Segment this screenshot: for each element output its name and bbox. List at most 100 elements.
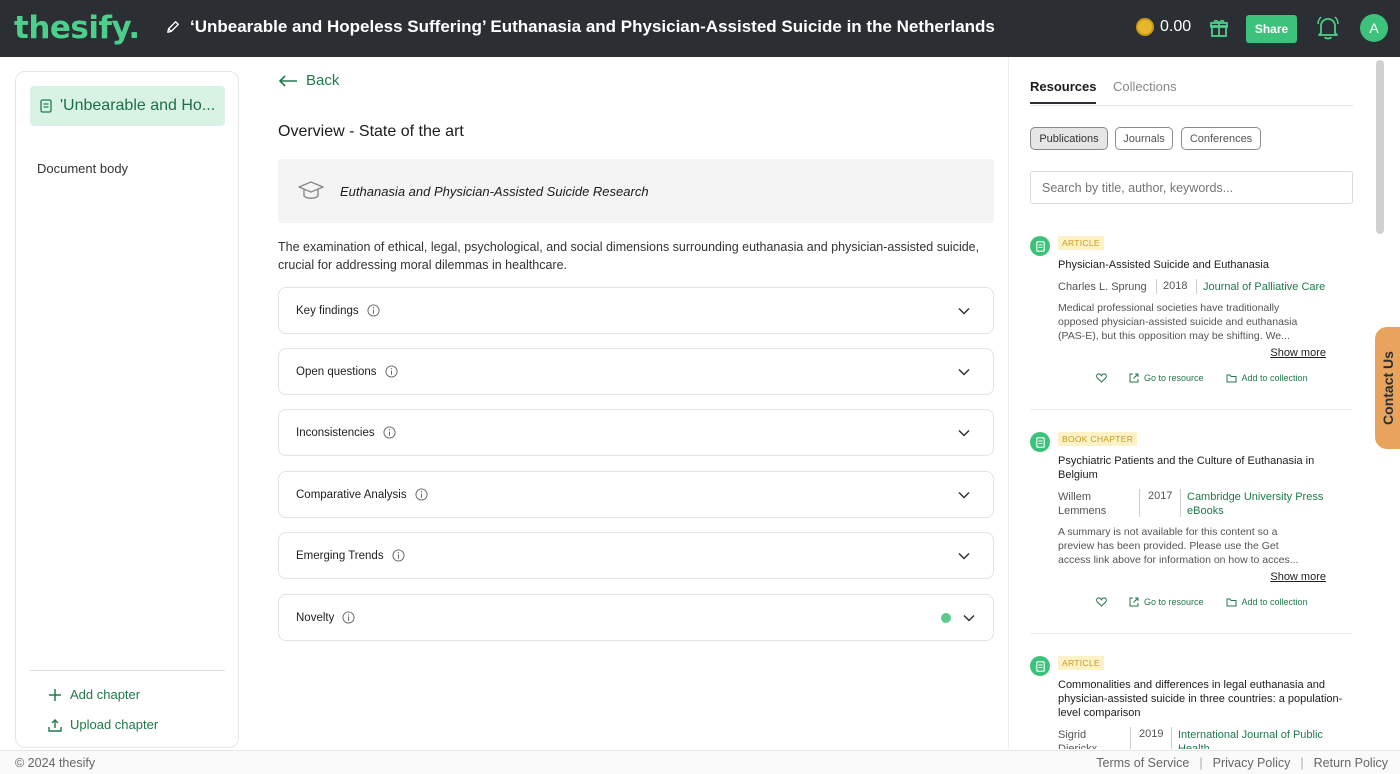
topic-title: Euthanasia and Physician-Assisted Suicid… — [340, 183, 649, 199]
resources-tabs: Resources Collections — [1030, 79, 1353, 106]
sidebar-divider — [30, 670, 225, 671]
graduation-cap-icon — [298, 181, 324, 199]
heart-icon[interactable] — [1096, 373, 1107, 383]
upload-icon — [48, 718, 62, 732]
chevron-down-icon[interactable] — [957, 549, 971, 563]
folder-icon — [1226, 374, 1237, 383]
accordion-label: Comparative Analysis — [296, 488, 407, 501]
show-more-link[interactable]: Show more — [1270, 347, 1326, 359]
meta-divider — [1139, 489, 1140, 517]
chevron-down-icon[interactable] — [957, 488, 971, 502]
footer-separator: | — [1300, 756, 1304, 770]
accordion-emerging-trends[interactable]: Emerging Trends — [278, 532, 994, 579]
resource-journal[interactable]: Cambridge University Press eBooks — [1187, 490, 1332, 518]
add-to-collection-link[interactable]: Add to collection — [1242, 373, 1308, 383]
resource-author: Sigrid Dierickx — [1058, 729, 1098, 749]
back-label: Back — [306, 72, 340, 89]
add-to-collection-link[interactable]: Add to collection — [1242, 597, 1308, 607]
chevron-down-icon[interactable] — [957, 304, 971, 318]
show-more-link[interactable]: Show more — [1270, 571, 1326, 583]
folder-icon — [1226, 598, 1237, 607]
document-icon — [40, 99, 52, 113]
resource-author: Willem Lemmens — [1058, 491, 1107, 517]
resource-title[interactable]: Physician-Assisted Suicide and Euthanasi… — [1058, 258, 1348, 272]
arrow-left-icon — [278, 74, 297, 87]
accordion-key-findings[interactable]: Key findings — [278, 287, 994, 334]
chevron-down-icon[interactable] — [957, 426, 971, 440]
accordion-label: Emerging Trends — [296, 549, 384, 562]
page-title: Overview - State of the art — [278, 123, 464, 140]
user-avatar[interactable]: A — [1360, 14, 1388, 42]
accordion-open-questions[interactable]: Open questions — [278, 348, 994, 395]
resource-year: 2019 — [1139, 728, 1164, 740]
add-chapter-button[interactable]: Add chapter — [48, 687, 140, 702]
resource-item: ARTICLE Commonalities and differences in… — [1030, 656, 1353, 749]
chapter-item-active[interactable]: 'Unbearable and Ho... — [30, 86, 225, 126]
info-icon[interactable] — [385, 365, 398, 378]
resource-journal[interactable]: International Journal of Public Health — [1178, 728, 1338, 749]
info-icon[interactable] — [415, 488, 428, 501]
return-policy-link[interactable]: Return Policy — [1314, 756, 1388, 770]
chapter-sidebar: 'Unbearable and Ho... Document body Add … — [15, 71, 239, 748]
info-icon[interactable] — [392, 549, 405, 562]
info-icon[interactable] — [342, 611, 355, 624]
contact-us-label: Contact Us — [1379, 351, 1396, 425]
meta-divider — [1156, 279, 1157, 294]
top-bar: thesify. ‘Unbearable and Hopeless Suffer… — [0, 0, 1400, 57]
bell-icon[interactable] — [1317, 16, 1339, 40]
document-title-area[interactable]: ‘Unbearable and Hopeless Suffering’ Euth… — [166, 17, 995, 37]
resource-search-input[interactable] — [1030, 171, 1353, 204]
document-title: ‘Unbearable and Hopeless Suffering’ Euth… — [190, 17, 995, 36]
tab-resources[interactable]: Resources — [1030, 79, 1097, 104]
document-icon — [1030, 656, 1050, 676]
document-icon — [1030, 432, 1050, 452]
resource-author: Charles L. Sprung — [1058, 281, 1147, 293]
resource-type-badge: ARTICLE — [1058, 656, 1104, 670]
chapter-label: 'Unbearable and Ho... — [60, 97, 216, 114]
filter-publications[interactable]: Publications — [1030, 127, 1108, 150]
pencil-icon[interactable] — [166, 20, 180, 34]
resource-abstract: Medical professional societies have trad… — [1058, 302, 1298, 342]
tab-collections[interactable]: Collections — [1113, 79, 1177, 94]
privacy-policy-link[interactable]: Privacy Policy — [1213, 756, 1291, 770]
share-button[interactable]: Share — [1246, 15, 1297, 43]
document-body-link[interactable]: Document body — [37, 161, 128, 176]
resource-title[interactable]: Commonalities and differences in legal e… — [1058, 678, 1348, 720]
thesify-logo[interactable]: thesify. — [14, 10, 140, 46]
coin-icon — [1136, 18, 1154, 36]
heart-icon[interactable] — [1096, 597, 1107, 607]
resource-actions: Go to resource Add to collection — [1096, 597, 1308, 607]
filter-conferences[interactable]: Conferences — [1181, 127, 1261, 150]
contact-us-tab[interactable]: Contact Us — [1375, 327, 1400, 449]
accordion-label: Key findings — [296, 304, 359, 317]
add-chapter-label: Add chapter — [70, 687, 141, 702]
chevron-down-icon[interactable] — [962, 611, 976, 625]
filter-journals[interactable]: Journals — [1115, 127, 1173, 150]
info-icon[interactable] — [367, 304, 380, 317]
resource-item: BOOK CHAPTER Psychiatric Patients and th… — [1030, 432, 1353, 634]
upload-chapter-label: Upload chapter — [70, 717, 159, 732]
footer-separator: | — [1199, 756, 1203, 770]
accordion-comparative-analysis[interactable]: Comparative Analysis — [278, 471, 994, 518]
resources-scrollbar[interactable] — [1376, 60, 1384, 234]
back-button[interactable]: Back — [278, 72, 339, 89]
resource-title[interactable]: Psychiatric Patients and the Culture of … — [1058, 454, 1348, 482]
accordion-label: Novelty — [296, 611, 335, 624]
meta-divider — [1130, 727, 1131, 749]
external-link-icon — [1129, 373, 1139, 383]
upload-chapter-button[interactable]: Upload chapter — [48, 717, 158, 732]
resource-item: ARTICLE Physician-Assisted Suicide and E… — [1030, 236, 1353, 410]
accordion-novelty[interactable]: Novelty — [278, 594, 994, 641]
resource-journal[interactable]: Journal of Palliative Care — [1203, 280, 1325, 294]
accordion-inconsistencies[interactable]: Inconsistencies — [278, 409, 994, 456]
go-to-resource-link[interactable]: Go to resource — [1144, 373, 1204, 383]
resource-divider — [1030, 409, 1353, 410]
chevron-down-icon[interactable] — [957, 365, 971, 379]
credits-display[interactable]: 0.00 — [1136, 18, 1191, 36]
info-icon[interactable] — [383, 426, 396, 439]
terms-of-service-link[interactable]: Terms of Service — [1096, 756, 1189, 770]
plus-icon — [49, 688, 61, 701]
external-link-icon — [1129, 597, 1139, 607]
gift-icon[interactable] — [1209, 18, 1229, 38]
go-to-resource-link[interactable]: Go to resource — [1144, 597, 1204, 607]
